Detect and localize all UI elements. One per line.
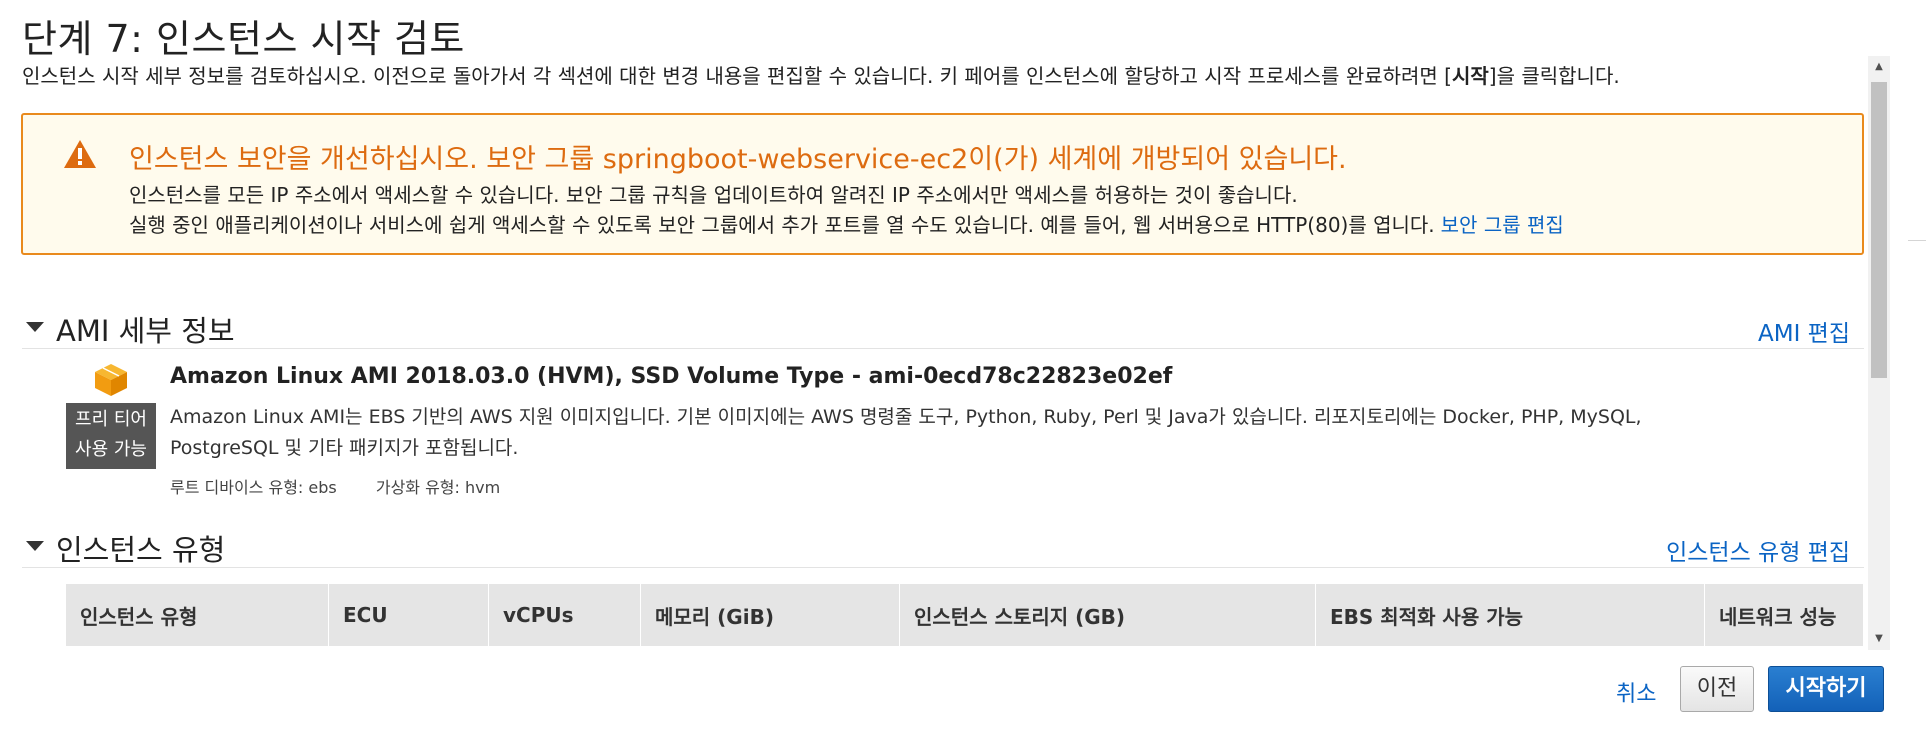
subtitle-bold-launch: 시작 — [1451, 64, 1489, 88]
virtualization-type: 가상화 유형: hvm — [375, 478, 501, 497]
collapse-caret-icon[interactable] — [26, 541, 44, 551]
column-header: 메모리 (GiB) — [640, 584, 900, 647]
launch-button[interactable]: 시작하기 — [1768, 666, 1884, 712]
subtitle-text-before: 인스턴스 시작 세부 정보를 검토하십시오. 이전으로 돌아가서 각 섹션에 대… — [22, 64, 1452, 88]
scroll-up-arrow-icon[interactable]: ▲ — [1868, 58, 1890, 76]
edit-security-group-link[interactable]: 보안 그룹 편집 — [1441, 213, 1564, 237]
ami-description: Amazon Linux AMI는 EBS 기반의 AWS 지원 이미지입니다.… — [170, 406, 1642, 459]
column-header: EBS 최적화 사용 가능 — [1315, 584, 1705, 647]
scrollbar-thumb[interactable] — [1871, 82, 1887, 378]
warning-line-2: 실행 중인 애플리케이션이나 서비스에 쉽게 액세스할 수 있도록 보안 그룹에… — [129, 209, 1564, 238]
cancel-button[interactable]: 취소 — [1616, 676, 1656, 708]
column-header: vCPUs — [488, 584, 641, 647]
previous-button[interactable]: 이전 — [1680, 666, 1754, 712]
instance-type-section-title: 인스턴스 유형 — [56, 533, 226, 567]
column-header: 인스턴스 유형 — [66, 584, 329, 647]
ami-section-title: AMI 세부 정보 — [56, 314, 235, 348]
table-header-row: 인스턴스 유형 ECU vCPUs 메모리 (GiB) 인스턴스 스토리지 (G… — [66, 584, 1864, 647]
vertical-scrollbar[interactable]: ▲ ▼ — [1868, 56, 1890, 650]
edit-ami-link[interactable]: AMI 편집 — [1758, 314, 1850, 348]
ami-section-header[interactable]: AMI 세부 정보 AMI 편집 — [22, 304, 1864, 349]
divider — [1908, 240, 1926, 241]
page-subtitle: 인스턴스 시작 세부 정보를 검토하십시오. 이전으로 돌아가서 각 섹션에 대… — [22, 60, 1620, 89]
table-row — [66, 646, 1864, 648]
scroll-down-arrow-icon[interactable]: ▼ — [1868, 630, 1890, 648]
warning-title: 인스턴스 보안을 개선하십시오. 보안 그룹 springboot-webser… — [129, 144, 1347, 175]
column-header: 인스턴스 스토리지 (GB) — [899, 584, 1316, 647]
warning-line-1: 인스턴스를 모든 IP 주소에서 액세스할 수 있습니다. 보안 그룹 규칙을 … — [129, 183, 1298, 207]
ami-meta: 루트 디바이스 유형: ebs 가상화 유형: hvm — [170, 474, 500, 498]
instance-type-section-header[interactable]: 인스턴스 유형 인스턴스 유형 편집 — [22, 523, 1864, 568]
column-header: ECU — [328, 584, 489, 647]
security-warning-box: 인스턴스 보안을 개선하십시오. 보안 그룹 springboot-webser… — [21, 113, 1864, 255]
free-tier-badge-line-2: 사용 가능 — [75, 439, 147, 460]
free-tier-badge: 프리 티어 사용 가능 — [66, 403, 156, 469]
warning-triangle-icon — [64, 140, 96, 168]
free-tier-badge-line-1: 프리 티어 — [75, 409, 147, 430]
instance-type-table: 인스턴스 유형 ECU vCPUs 메모리 (GiB) 인스턴스 스토리지 (G… — [66, 584, 1864, 647]
page-title: 단계 7: 인스턴스 시작 검토 — [22, 17, 465, 61]
cube-icon — [95, 364, 127, 396]
warning-line-2-text: 실행 중인 애플리케이션이나 서비스에 쉽게 액세스할 수 있도록 보안 그룹에… — [129, 213, 1435, 237]
column-header: 네트워크 성능 — [1704, 584, 1864, 647]
edit-instance-type-link[interactable]: 인스턴스 유형 편집 — [1666, 533, 1850, 567]
ami-name: Amazon Linux AMI 2018.03.0 (HVM), SSD Vo… — [170, 364, 1173, 389]
subtitle-text-after: ]을 클릭합니다. — [1488, 64, 1620, 88]
collapse-caret-icon[interactable] — [26, 322, 44, 332]
root-device-type: 루트 디바이스 유형: ebs — [170, 478, 337, 497]
